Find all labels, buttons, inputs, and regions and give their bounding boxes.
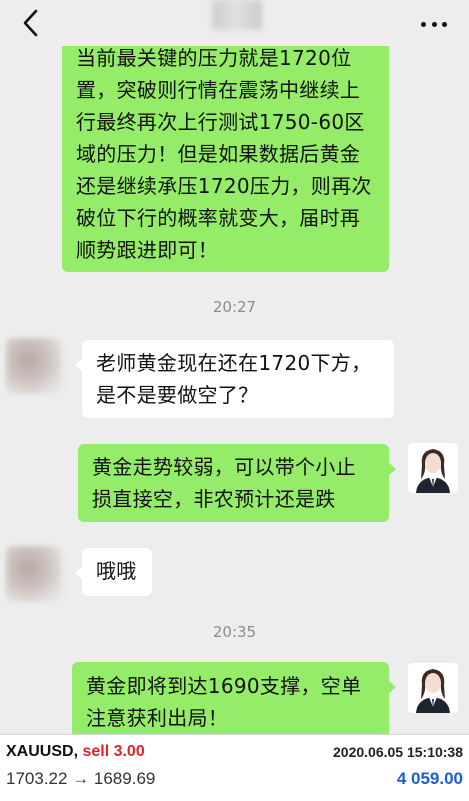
trade-datetime: 2020.06.05 15:10:38 bbox=[333, 744, 463, 760]
message-line: 还是继续承压1720压力，则再次 bbox=[76, 174, 372, 198]
avatar-analyst[interactable] bbox=[408, 443, 458, 493]
message-bubble-outgoing[interactable]: 黄金走势较弱，可以带个小止 损直接空，非农预计还是跌 bbox=[78, 444, 396, 522]
chat-header bbox=[0, 0, 469, 46]
more-dots-icon[interactable] bbox=[421, 14, 447, 34]
message-line: 黄金即将到达1690支撑，空单 bbox=[86, 674, 362, 698]
avatar-customer[interactable] bbox=[6, 546, 62, 602]
contact-name-blurred bbox=[212, 0, 262, 30]
avatar-customer[interactable] bbox=[6, 338, 62, 394]
message-line: 哦哦 bbox=[96, 559, 137, 583]
message-line: 损直接空，非农预计还是跌 bbox=[92, 487, 336, 511]
timestamp: 20:35 bbox=[212, 623, 257, 641]
message-line: 当前最关键的压力就是1720位 bbox=[76, 46, 352, 70]
message-bubble-outgoing[interactable]: 当前最关键的压力就是1720位 置，突破则行情在震荡中继续上 行最终再次上行测试… bbox=[62, 12, 389, 272]
message-line: 注意获利出局！ bbox=[86, 706, 229, 730]
message-line: 置，突破则行情在震荡中继续上 bbox=[76, 78, 361, 102]
trade-summary-bar: XAUUSD, sell 3.00 2020.06.05 15:10:38 17… bbox=[0, 734, 469, 801]
avatar-analyst[interactable] bbox=[408, 663, 458, 713]
timestamp: 20:27 bbox=[212, 298, 257, 316]
message-line: 行最终再次上行测试1750-60区 bbox=[76, 110, 365, 134]
trade-profit: 4 059.00 bbox=[396, 769, 463, 788]
message-bubble-outgoing[interactable]: 黄金即将到达1690支撑，空单 注意获利出局！ bbox=[72, 662, 396, 740]
message-line: 顺势跟进即可！ bbox=[76, 238, 219, 262]
message-bubble-incoming[interactable]: 哦哦 bbox=[75, 548, 152, 596]
message-line: 域的压力！但是如果数据后黄金 bbox=[76, 142, 361, 166]
trade-side: sell 3.00 bbox=[82, 743, 145, 760]
trade-symbol-line: XAUUSD, sell 3.00 bbox=[6, 743, 145, 761]
message-bubble-incoming[interactable]: 老师黄金现在还在1720下方， 是不是要做空了？ bbox=[75, 340, 394, 418]
message-line: 黄金走势较弱，可以带个小止 bbox=[92, 455, 356, 479]
trade-symbol: XAUUSD bbox=[6, 743, 74, 760]
message-line: 是不是要做空了？ bbox=[96, 383, 259, 407]
chevron-left-icon[interactable] bbox=[18, 8, 46, 38]
trade-prices: 1703.22 → 1689.69 bbox=[6, 769, 156, 788]
message-line: 破位下行的概率就变大，届时再 bbox=[76, 206, 361, 230]
message-line: 老师黄金现在还在1720下方， bbox=[96, 351, 372, 375]
